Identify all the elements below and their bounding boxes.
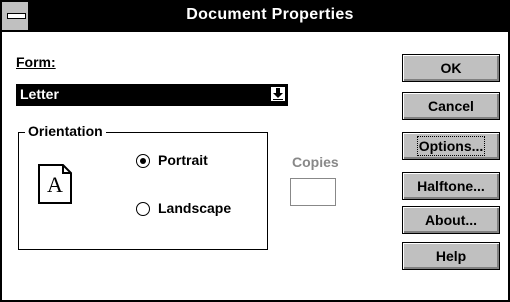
- portrait-label-text: Portrait: [158, 152, 208, 168]
- copies-input: [290, 178, 336, 206]
- landscape-radio[interactable]: [136, 202, 150, 216]
- options-button-label: Options...: [416, 136, 486, 156]
- help-button[interactable]: Help: [402, 242, 500, 270]
- form-selected-value: Letter: [20, 86, 59, 102]
- ok-button[interactable]: OK: [402, 54, 500, 82]
- document-properties-dialog: Document Properties Form: Letter Orienta…: [0, 0, 510, 302]
- document-preview-letter: A: [47, 172, 63, 197]
- landscape-label[interactable]: Landscape: [158, 200, 231, 216]
- window-title: Document Properties: [186, 6, 354, 23]
- about-button[interactable]: About...: [402, 206, 500, 234]
- halftone-button[interactable]: Halftone...: [402, 172, 500, 200]
- form-label-text: Form:: [16, 54, 56, 70]
- radio-selected-dot: [139, 157, 146, 164]
- landscape-label-text: Landscape: [158, 200, 232, 216]
- cancel-button[interactable]: Cancel: [402, 92, 500, 120]
- help-button-label: Help: [435, 248, 467, 264]
- system-menu-button[interactable]: [2, 2, 30, 30]
- halftone-button-label: Halftone...: [417, 178, 485, 194]
- form-dropdown-button[interactable]: [270, 86, 286, 102]
- cancel-button-label: Cancel: [428, 98, 474, 114]
- about-button-label: About...: [424, 212, 478, 228]
- title-bar[interactable]: Document Properties: [2, 2, 508, 32]
- form-select[interactable]: Letter: [16, 84, 288, 106]
- form-label: Form:: [16, 54, 56, 70]
- portrait-radio[interactable]: [136, 154, 150, 168]
- portrait-label[interactable]: Portrait: [158, 152, 208, 168]
- options-button[interactable]: Options...: [402, 132, 500, 160]
- orientation-group-label: Orientation: [25, 123, 106, 139]
- copies-label: Copies: [292, 154, 339, 170]
- arrow-down-icon: [273, 88, 283, 100]
- ok-button-label: OK: [440, 60, 462, 76]
- system-menu-icon: [7, 13, 26, 19]
